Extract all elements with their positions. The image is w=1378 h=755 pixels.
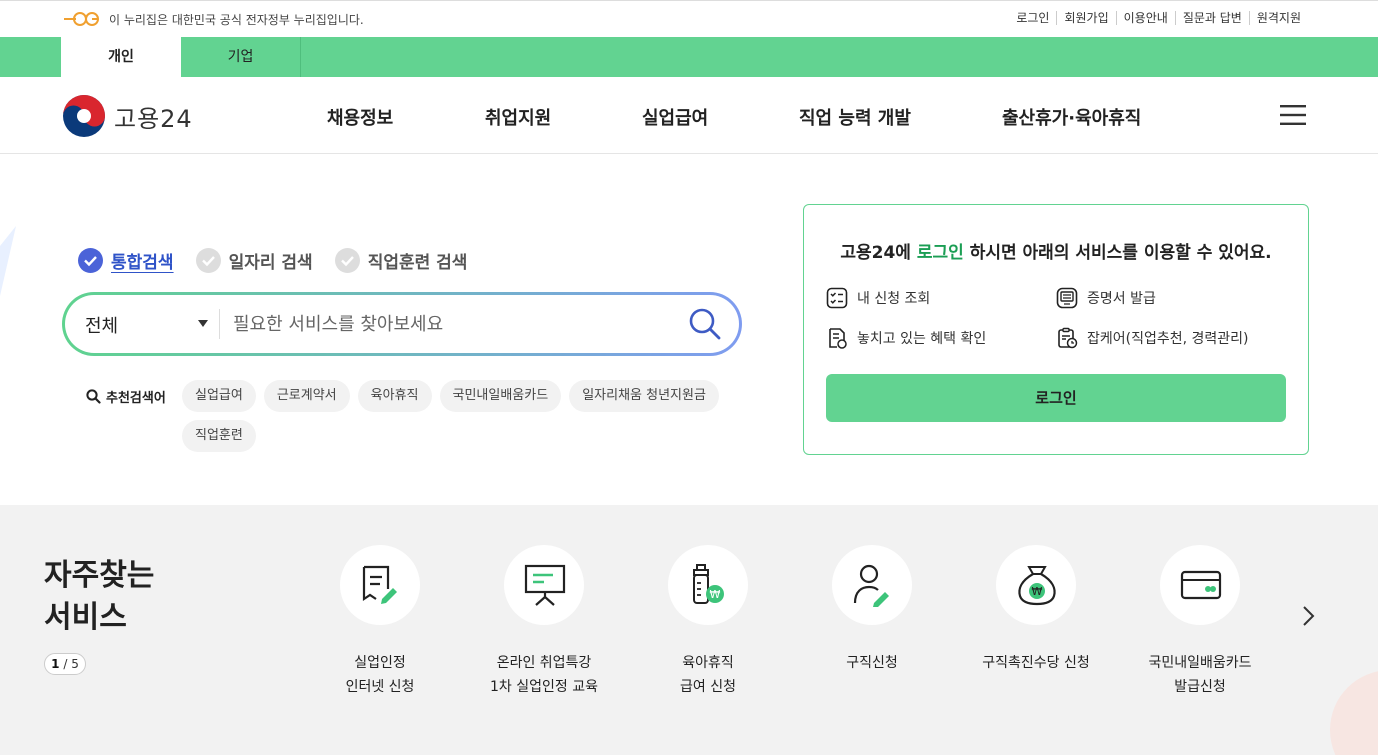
gov-banner-text: 이 누리집은 대한민국 공식 전자정부 누리집입니다. [109, 13, 364, 27]
decorative-shape-icon [0, 226, 16, 296]
login-card: 고용24에 로그인 하시면 아래의 서비스를 이용할 수 있어요. 내 신청 조… [803, 204, 1309, 455]
service-label: 구직신청 [846, 655, 898, 671]
service-icon-circle: ₩ [996, 545, 1076, 625]
search-type-label: 통합검색 [111, 253, 174, 273]
login-button[interactable]: 로그인 [826, 374, 1286, 422]
document-clock-icon [829, 328, 847, 349]
baby-bottle-won-icon: ₩ [693, 564, 724, 604]
service-label: 육아휴직 급여 신청 [680, 655, 736, 695]
service-job-registration[interactable]: 구직신청 [782, 545, 962, 675]
util-login-link[interactable]: 로그인 [1009, 11, 1056, 25]
search-type-label: 직업훈련 검색 [367, 253, 468, 273]
search-section: 통합검색 일자리 검색 직업훈련 검색 전체 필요한 서비스를 찾아보세요 추천… [0, 154, 1378, 505]
magnifier-icon [86, 389, 101, 404]
service-label: 구직촉진수당 신청 [982, 655, 1090, 671]
svg-text:₩: ₩ [1032, 585, 1043, 598]
service-icon-circle [832, 545, 912, 625]
login-card-title: 고용24에 로그인 하시면 아래의 서비스를 이용할 수 있어요. [840, 243, 1272, 263]
presentation-board-icon [524, 564, 566, 606]
service-label: 실업인정 인터넷 신청 [345, 655, 415, 695]
person-edit-icon [853, 564, 889, 607]
checklist-icon [826, 287, 848, 309]
main-header: 고용24 채용정보 취업지원 실업급여 직업 능력 개발 출산휴가·육아휴직 [0, 77, 1378, 154]
tab-business[interactable]: 기업 [181, 37, 301, 77]
egov-logo-icon [64, 12, 99, 26]
service-online-lecture[interactable]: 온라인 취업특강 1차 실업인정 교육 [454, 545, 634, 699]
service-icon-circle: ₩ [668, 545, 748, 625]
nav-employment-support[interactable]: 취업지원 [485, 104, 551, 130]
search-icon[interactable] [688, 307, 722, 341]
keyword-chip[interactable]: 실업급여 [182, 380, 256, 412]
service-label: 잡케어(직업추천, 경력관리) [1087, 331, 1249, 347]
frequent-services-section: 자주찾는 서비스 1 / 5 실업인정 인터넷 신청 온라인 취업특강 1차 실업인… [0, 505, 1378, 755]
search-scope-select[interactable]: 전체 [85, 312, 118, 338]
util-guide-link[interactable]: 이용안내 [1115, 11, 1175, 25]
service-label: 내 신청 조회 [857, 291, 931, 307]
search-divider [219, 309, 220, 339]
service-label: 국민내일배움카드 발급신청 [1148, 655, 1252, 695]
service-certificate[interactable]: 증명서 발급 [1056, 287, 1156, 309]
util-qna-link[interactable]: 질문과 답변 [1174, 11, 1249, 25]
hamburger-menu-icon[interactable] [1280, 105, 1306, 125]
nav-maternity-parental[interactable]: 출산휴가·육아휴직 [1002, 104, 1141, 130]
chevron-right-icon[interactable] [1300, 605, 1316, 627]
keyword-chip[interactable]: 일자리채움 청년지원금 [569, 380, 719, 412]
certificate-icon [1056, 287, 1078, 309]
tab-personal[interactable]: 개인 [61, 37, 181, 77]
recommend-label: 추천검색어 [86, 387, 166, 406]
service-label: 온라인 취업특강 1차 실업인정 교육 [490, 655, 598, 695]
service-icon-circle [1160, 545, 1240, 625]
keyword-chip[interactable]: 국민내일배움카드 [439, 380, 562, 412]
keyword-chip[interactable]: 근로계약서 [263, 380, 350, 412]
nav-jobs[interactable]: 채용정보 [327, 104, 393, 130]
clipboard-clock-icon [1058, 327, 1078, 349]
search-box-inner: 전체 [65, 295, 739, 353]
taegeuk-logo-icon [63, 95, 105, 137]
card-icon [1180, 570, 1222, 600]
keyword-chip[interactable]: 직업훈련 [182, 420, 256, 452]
service-icon-circle [504, 545, 584, 625]
nav-unemployment-benefit[interactable]: 실업급여 [642, 104, 708, 130]
money-bag-icon: ₩ [1018, 566, 1056, 606]
search-type-jobs[interactable]: 일자리 검색 [195, 248, 313, 273]
utility-links: 로그인 회원가입 이용안내 질문과 답변 원격지원 [1009, 11, 1308, 25]
check-circle-icon [78, 248, 103, 273]
user-type-tabbar: 개인 기업 [0, 37, 1378, 77]
service-jobcare[interactable]: 잡케어(직업추천, 경력관리) [1056, 327, 1249, 349]
search-type-integrated[interactable]: 통합검색 [78, 248, 174, 273]
search-type-label: 일자리 검색 [228, 253, 313, 273]
document-edit-icon [362, 565, 397, 604]
recommend-keywords: 실업급여 근로계약서 육아휴직 국민내일배움카드 일자리채움 청년지원금 직업훈… [182, 380, 742, 460]
logo-text: 고용24 [114, 104, 193, 133]
util-remote-link[interactable]: 원격지원 [1248, 11, 1308, 25]
frequent-services-title: 자주찾는 서비스 [44, 558, 155, 635]
slide-pager: 1 / 5 [44, 653, 86, 675]
search-type-options: 통합검색 일자리 검색 직업훈련 검색 [78, 248, 489, 273]
gov-banner: 이 누리집은 대한민국 공식 전자정부 누리집입니다. 로그인 회원가입 이용안… [0, 0, 1378, 37]
search-input[interactable] [233, 307, 673, 341]
decorative-circle [1330, 670, 1378, 755]
check-circle-icon [334, 248, 360, 273]
service-icon-circle [340, 545, 420, 625]
service-parental-leave-benefit[interactable]: ₩ 육아휴직 급여 신청 [618, 545, 798, 699]
service-label: 놓치고 있는 혜택 확인 [857, 331, 987, 347]
svg-text:₩: ₩ [710, 588, 721, 601]
search-type-training[interactable]: 직업훈련 검색 [334, 248, 468, 273]
recommend-label-text: 추천검색어 [106, 391, 166, 406]
service-job-promotion-allowance[interactable]: ₩ 구직촉진수당 신청 [946, 545, 1126, 675]
service-unemployment-recognition[interactable]: 실업인정 인터넷 신청 [290, 545, 470, 699]
search-box: 전체 [62, 292, 742, 356]
caret-down-icon[interactable] [198, 320, 208, 327]
service-my-applications[interactable]: 내 신청 조회 [826, 287, 930, 309]
util-signup-link[interactable]: 회원가입 [1056, 11, 1115, 25]
service-missed-benefits[interactable]: 놓치고 있는 혜택 확인 [826, 327, 986, 349]
service-label: 증명서 발급 [1087, 291, 1156, 307]
nav-skill-development[interactable]: 직업 능력 개발 [799, 104, 911, 130]
check-circle-icon [195, 248, 221, 273]
service-training-card[interactable]: 국민내일배움카드 발급신청 [1110, 545, 1290, 699]
keyword-chip[interactable]: 육아휴직 [357, 380, 432, 412]
site-logo[interactable]: 고용24 [62, 94, 193, 138]
